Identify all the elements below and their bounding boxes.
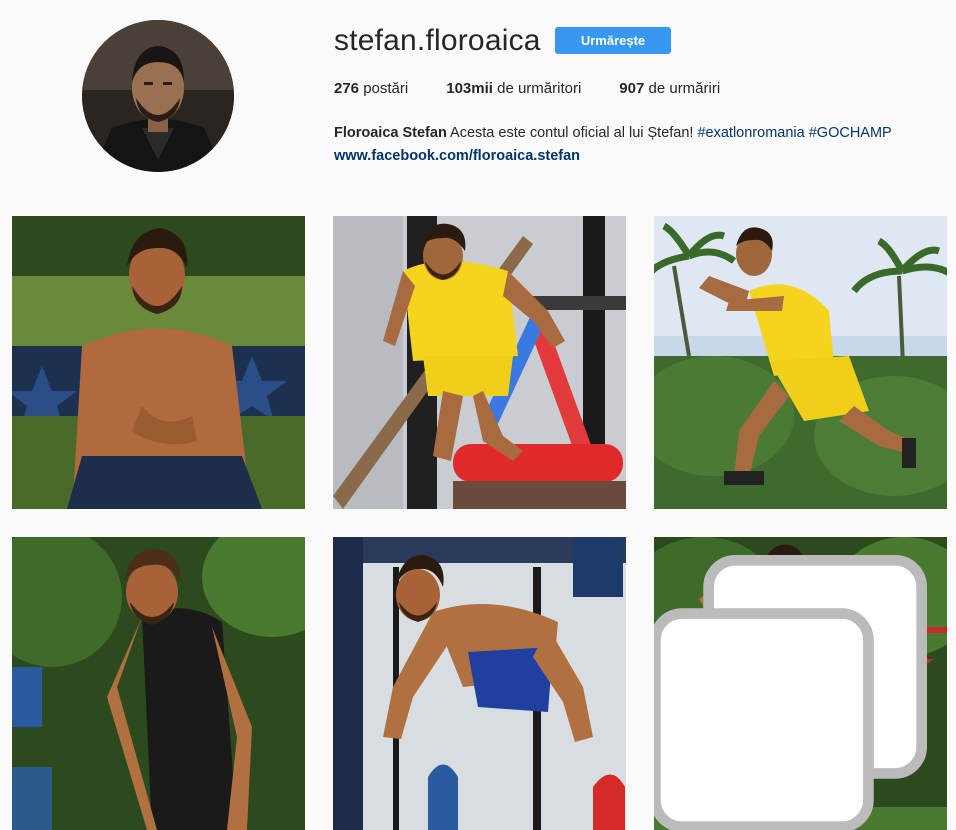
posts-count: 276 <box>334 80 360 97</box>
post-image-5 <box>333 537 626 830</box>
post-tile-2[interactable] <box>333 216 626 509</box>
posts-stat: 276 postări <box>334 80 408 97</box>
profile-full-name: Floroaica Stefan <box>334 125 447 141</box>
bio-text: Acesta este contul oficial al lui Ștefan… <box>446 125 698 141</box>
profile-bio: Floroaica Stefan Acesta este contul ofic… <box>334 122 954 168</box>
followers-stat[interactable]: 103mii de urmăritori <box>446 80 581 97</box>
post-tile-5[interactable] <box>333 537 626 830</box>
posts-label: postări <box>359 80 409 97</box>
follow-button[interactable]: Urmărește <box>555 27 671 54</box>
following-stat[interactable]: 907 de urmăriri <box>619 80 720 97</box>
post-image-3 <box>654 216 947 509</box>
post-image-2 <box>333 216 626 509</box>
hashtag-exatlonromania[interactable]: #exatlonromania <box>697 125 804 141</box>
post-tile-4[interactable] <box>12 537 305 830</box>
followers-count: 103mii <box>446 80 493 97</box>
post-tile-6[interactable] <box>654 537 947 830</box>
bio-website-link[interactable]: www.facebook.com/floroaica.stefan <box>334 148 580 164</box>
post-image-4 <box>12 537 305 830</box>
profile-header: stefan.floroaica Urmărește 276 postări 1… <box>0 0 956 200</box>
post-tile-3[interactable] <box>654 216 947 509</box>
profile-avatar[interactable] <box>82 20 234 172</box>
profile-username: stefan.floroaica <box>334 24 541 57</box>
post-tile-1[interactable] <box>12 216 305 509</box>
post-image-1 <box>12 216 305 509</box>
hashtag-gochamp[interactable]: #GOCHAMP <box>809 125 892 141</box>
followers-label: de urmăritori <box>492 80 582 97</box>
following-label: de urmăriri <box>644 80 721 97</box>
following-count: 907 <box>619 80 645 97</box>
multiple-photos-icon <box>654 554 928 830</box>
profile-stats: 276 postări 103mii de urmăritori 907 de … <box>334 80 758 97</box>
